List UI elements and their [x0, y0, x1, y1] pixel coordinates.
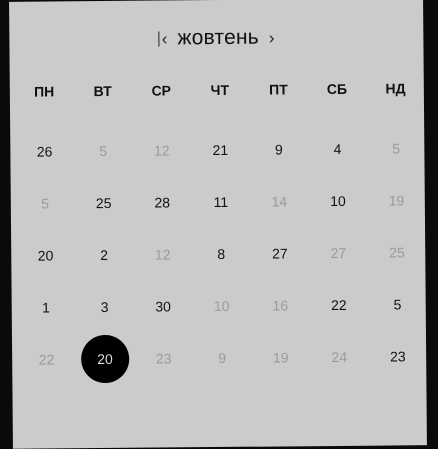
- day-cell[interactable]: 27: [309, 227, 368, 280]
- day-label: 30: [155, 298, 171, 315]
- first-bar-icon: [158, 31, 160, 47]
- day-cell[interactable]: 26: [15, 125, 74, 178]
- day-label: 24: [331, 348, 348, 366]
- next-month-button[interactable]: ›: [268, 28, 275, 48]
- day-label: 19: [272, 349, 289, 366]
- day-label: 22: [38, 351, 55, 368]
- day-label: 1: [42, 299, 50, 316]
- day-cell[interactable]: 11: [191, 176, 250, 229]
- day-label: 25: [389, 244, 405, 261]
- day-cell[interactable]: 22: [309, 279, 368, 332]
- day-cell[interactable]: 28: [133, 176, 192, 229]
- day-cell[interactable]: 5: [367, 122, 426, 175]
- day-label: 20: [37, 247, 54, 264]
- day-label: 10: [330, 192, 346, 210]
- day-label: 27: [330, 244, 347, 262]
- day-cell[interactable]: 5: [16, 177, 75, 230]
- day-label: 19: [388, 192, 405, 209]
- day-cell[interactable]: 8: [192, 228, 251, 281]
- day-label: 12: [154, 246, 171, 263]
- day-cell[interactable]: 25: [367, 226, 426, 279]
- weekday-header: ПТ: [269, 81, 288, 98]
- day-label: 23: [390, 348, 406, 365]
- day-cell[interactable]: 9: [193, 332, 252, 385]
- day-cell[interactable]: 21: [191, 124, 250, 177]
- prev-month-button[interactable]: ‹: [158, 28, 168, 48]
- day-cell[interactable]: 10: [308, 175, 367, 228]
- chevron-right-icon: ›: [268, 28, 275, 48]
- day-cell[interactable]: 5: [368, 278, 427, 331]
- day-cell[interactable]: 19: [367, 174, 426, 227]
- day-label: 27: [271, 245, 288, 262]
- weekday-header: СБ: [326, 80, 348, 98]
- month-title: жовтень: [177, 25, 259, 50]
- day-cell[interactable]: 20: [16, 229, 75, 282]
- day-cell[interactable]: 5: [74, 125, 133, 178]
- day-label: 23: [155, 350, 172, 367]
- day-label: 4: [333, 140, 342, 157]
- day-label: 26: [36, 143, 53, 160]
- day-cell[interactable]: 2: [75, 229, 134, 282]
- day-cell[interactable]: 27: [250, 227, 309, 280]
- day-label: 22: [330, 296, 347, 314]
- day-cell[interactable]: 30: [134, 280, 193, 333]
- day-cell[interactable]: 16: [251, 279, 310, 332]
- selected-day-cell[interactable]: 20: [76, 333, 135, 386]
- day-label: 25: [95, 194, 112, 212]
- day-label: 8: [217, 245, 226, 263]
- day-label: 5: [392, 140, 401, 157]
- weekday-header: ЧТ: [210, 81, 230, 99]
- day-label: 2: [100, 246, 109, 264]
- day-label: 3: [100, 298, 109, 316]
- calendar-header: ‹ жовтень ›: [9, 22, 423, 54]
- day-label: 11: [213, 193, 229, 211]
- weekday-header: ВТ: [93, 82, 112, 100]
- day-cell[interactable]: 23: [134, 332, 193, 385]
- day-cell[interactable]: 4: [308, 123, 367, 176]
- day-cell[interactable]: 10: [192, 280, 251, 333]
- day-cell[interactable]: 22: [17, 333, 76, 386]
- day-cell[interactable]: 1: [17, 281, 76, 334]
- day-label: 16: [272, 297, 289, 314]
- day-label: 9: [218, 349, 227, 367]
- day-cell[interactable]: 19: [251, 331, 310, 384]
- day-cell[interactable]: 14: [250, 175, 309, 228]
- weekday-header: СР: [151, 82, 172, 99]
- day-cell[interactable]: 3: [75, 281, 134, 334]
- day-cell[interactable]: 23: [368, 330, 427, 383]
- calendar-panel: ‹ жовтень › ПН ВТ СР ЧТ ПТ СБ НД 26 5 12 21 9 4 5 5 25 2…: [9, 0, 427, 449]
- chevron-left-icon: ‹: [161, 28, 168, 48]
- weekday-header: НД: [385, 80, 406, 97]
- day-label: 9: [274, 141, 283, 158]
- day-label: 10: [213, 297, 230, 315]
- day-cell[interactable]: 25: [74, 177, 133, 230]
- day-label: 5: [41, 195, 50, 212]
- day-cell[interactable]: 24: [310, 331, 369, 384]
- day-label: 12: [153, 142, 170, 159]
- calendar-grid: ПН ВТ СР ЧТ ПТ СБ НД 26 5 12 21 9 4 5 5 25 28 11 14 10 19 20 2…: [15, 70, 428, 386]
- day-label: 28: [154, 194, 171, 211]
- day-label: 5: [99, 142, 108, 160]
- day-label: 5: [393, 296, 402, 313]
- day-label: 14: [271, 193, 288, 210]
- day-label: 21: [212, 141, 229, 159]
- day-cell[interactable]: 9: [249, 123, 308, 176]
- weekday-header: ПН: [33, 83, 55, 100]
- day-cell[interactable]: 12: [132, 124, 191, 177]
- day-cell[interactable]: 12: [133, 228, 192, 281]
- day-label: 20: [80, 334, 130, 384]
